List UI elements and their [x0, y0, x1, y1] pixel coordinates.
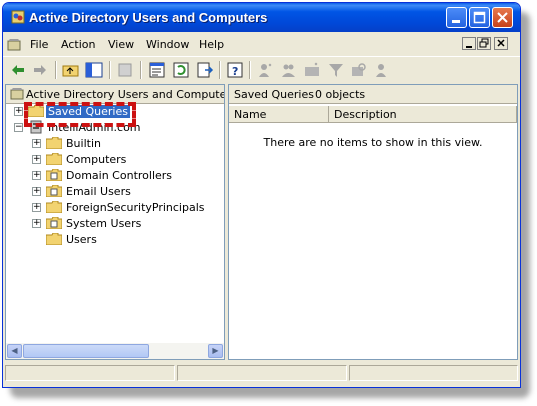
maximize-button[interactable] — [469, 7, 490, 28]
empty-view-message: There are no items to show in this view. — [263, 136, 483, 149]
refresh-icon[interactable] — [172, 61, 190, 79]
show-hide-tree-icon[interactable] — [85, 61, 103, 79]
expand-domain-controllers[interactable]: + — [32, 171, 41, 180]
column-header-description[interactable]: Description — [329, 106, 517, 123]
column-header-label: Description — [334, 108, 397, 121]
expand-builtin[interactable]: + — [32, 139, 41, 148]
aduc-root-icon — [10, 88, 24, 100]
toolbar-separator — [219, 61, 221, 79]
menu-window[interactable]: Window — [146, 38, 189, 51]
expand-computers[interactable]: + — [32, 155, 41, 164]
close-icon — [497, 12, 508, 23]
scrollbar-thumb[interactable] — [23, 344, 149, 358]
close-button[interactable] — [492, 7, 513, 28]
highlight-annotation — [24, 102, 136, 127]
console-icon[interactable] — [6, 37, 22, 53]
mdi-close-button[interactable] — [494, 37, 508, 50]
horizontal-scrollbar[interactable]: ◀ ▶ — [6, 343, 224, 359]
properties-icon[interactable] — [148, 61, 166, 79]
ou-folder-icon — [46, 217, 62, 229]
expand-saved-queries[interactable]: + — [14, 107, 23, 116]
results-pane[interactable]: Saved Queries 0 objects Name Description… — [228, 84, 518, 360]
menu-action[interactable]: Action — [61, 38, 95, 51]
column-header-label: Name — [234, 108, 267, 121]
toolbar-separator — [109, 61, 111, 79]
results-header: Saved Queries 0 objects — [229, 85, 517, 104]
menu-view[interactable]: View — [108, 38, 134, 51]
expand-system-users[interactable]: + — [32, 219, 41, 228]
add-to-group-icon[interactable] — [373, 61, 391, 79]
ou-folder-icon — [46, 169, 62, 181]
toolbar: ? — [3, 56, 520, 83]
new-user-icon[interactable] — [256, 61, 274, 79]
toolbar-separator — [140, 61, 142, 79]
up-folder-icon[interactable] — [62, 61, 80, 79]
title-bar[interactable]: Active Directory Users and Computers — [3, 3, 520, 32]
aduc-app-icon — [11, 10, 25, 24]
expand-email-users[interactable]: + — [32, 187, 41, 196]
toolbar-separator — [55, 61, 57, 79]
folder-icon — [46, 137, 62, 149]
status-cell — [177, 365, 347, 381]
help-icon[interactable]: ? — [226, 61, 244, 79]
results-count: 0 objects — [315, 88, 366, 101]
mdi-minimize-button[interactable] — [462, 37, 476, 50]
menu-help[interactable]: Help — [199, 38, 224, 51]
restore-icon — [479, 38, 489, 48]
delete-icon[interactable] — [116, 61, 134, 79]
svg-text:?: ? — [232, 65, 238, 78]
forward-arrow-icon[interactable] — [31, 61, 49, 79]
mdi-restore-button[interactable] — [477, 37, 491, 50]
scroll-right-button[interactable]: ▶ — [208, 344, 223, 358]
minimize-icon — [452, 20, 460, 23]
collapse-domain[interactable]: − — [14, 123, 23, 132]
aduc-window: Active Directory Users and Computers Fil… — [2, 2, 521, 388]
tree-item-label: Domain Controllers — [66, 169, 173, 182]
status-cell — [349, 365, 518, 381]
status-cell — [5, 365, 175, 381]
folder-icon — [46, 201, 62, 213]
tree-item-label: Users — [66, 233, 97, 246]
toolbar-separator — [249, 61, 251, 79]
window-title: Active Directory Users and Computers — [29, 10, 268, 25]
status-bar — [5, 363, 518, 383]
tree-item-label: Builtin — [66, 137, 101, 150]
tree-item-label: System Users — [66, 217, 142, 230]
column-header-name[interactable]: Name — [229, 106, 329, 123]
close-icon — [497, 39, 505, 47]
tree-item-label: ForeignSecurityPrincipals — [66, 201, 205, 214]
maximize-icon — [473, 11, 486, 24]
export-list-icon[interactable] — [196, 61, 214, 79]
folder-icon — [46, 153, 62, 165]
back-arrow-icon[interactable] — [9, 61, 27, 79]
ou-folder-icon — [46, 185, 62, 197]
minimize-button[interactable] — [446, 7, 467, 28]
find-icon[interactable] — [350, 61, 368, 79]
filter-icon[interactable] — [327, 61, 345, 79]
scroll-left-button[interactable]: ◀ — [7, 344, 22, 358]
new-ou-icon[interactable] — [303, 61, 321, 79]
tree-item-label: Computers — [66, 153, 127, 166]
menu-file[interactable]: File — [30, 38, 48, 51]
new-group-icon[interactable] — [280, 61, 298, 79]
folder-icon — [46, 233, 62, 245]
results-title: Saved Queries — [234, 88, 314, 101]
tree-item-label: Email Users — [66, 185, 131, 198]
menu-bar: File Action View Window Help — [3, 33, 520, 55]
minimize-icon — [466, 46, 472, 48]
tree-root-label: Active Directory Users and Computers [v — [26, 88, 224, 101]
expand-foreign-security-principals[interactable]: + — [32, 203, 41, 212]
